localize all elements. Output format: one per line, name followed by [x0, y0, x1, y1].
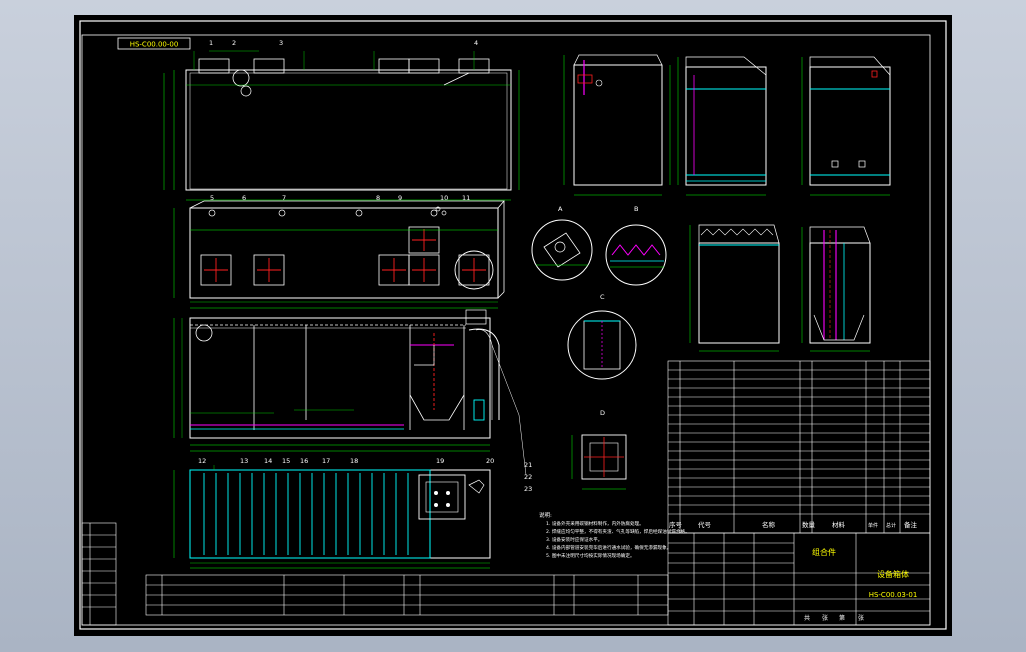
top-elevation-view — [163, 50, 520, 201]
cad-drawing: HS-C00.00-00 1 2 3 4 5 6 7 8 9 10 11 12 … — [79, 20, 947, 630]
plan-view — [173, 200, 505, 309]
balloon-6: 6 — [242, 194, 246, 202]
drawing-sheet: HS-C00.00-00 1 2 3 4 5 6 7 8 9 10 11 12 … — [74, 15, 952, 636]
balloon-11: 11 — [462, 194, 470, 202]
side-view-1 — [563, 54, 671, 196]
bom-header-remark: 备注 — [904, 520, 918, 529]
balloon-10: 10 — [440, 194, 448, 202]
balloon-17: 17 — [322, 457, 330, 465]
detail-b — [605, 224, 667, 286]
title-footer: 共 张 第 张 — [804, 614, 864, 622]
bom-header-code: 代号 — [698, 520, 712, 529]
technical-notes: 说明: 1. 设备外壳采用碳钢材料制作，内外防腐处理。 2. 焊缝应均匀平整，不… — [539, 511, 690, 559]
outer-border — [79, 20, 947, 630]
note-3: 3. 设备安装时应保证水平。 — [546, 536, 602, 543]
side-view-2 — [677, 56, 767, 196]
balloon-15: 15 — [282, 457, 290, 465]
balloon-9: 9 — [398, 194, 402, 202]
balloon-22: 22 — [524, 473, 532, 481]
side-view-4 — [689, 224, 780, 352]
section-label-b: B — [634, 205, 638, 213]
notes-title: 说明: — [539, 511, 552, 519]
balloon-19: 19 — [436, 457, 444, 465]
bom-header-material: 材料 — [832, 520, 846, 529]
section-label-c: C — [600, 293, 605, 301]
balloon-14: 14 — [264, 457, 272, 465]
side-view-5 — [801, 226, 871, 352]
bom-header-name: 名称 — [762, 520, 776, 529]
bottom-detail-view — [173, 465, 491, 569]
drawing-stamp: HS-C00.00-00 — [130, 41, 179, 49]
balloon-12: 12 — [198, 457, 206, 465]
balloon-23: 23 — [524, 485, 532, 493]
note-4: 4. 设备内部管道安装完毕后进行通水试验，确保无渗漏现象。 — [546, 544, 671, 551]
drawing-number: HS-C00.03-01 — [869, 591, 918, 599]
bom-header-unit: 单件 — [868, 522, 878, 529]
bom-header-index: 序号 — [669, 520, 683, 529]
drawing-name: 设备箱体 — [877, 569, 909, 579]
balloon-8: 8 — [376, 194, 380, 202]
inner-border — [81, 34, 931, 626]
side-view-3 — [801, 56, 891, 196]
footer-total-sheets: 共 — [804, 614, 810, 622]
bom-header: 序号 代号 名称 数量 材料 单件 总计 备注 — [669, 520, 918, 529]
footer-sheet-number: 第 — [839, 614, 845, 622]
section-label-d: D — [600, 409, 605, 417]
left-sidebar-table — [81, 522, 117, 626]
balloon-13: 13 — [240, 457, 248, 465]
detail-a — [531, 219, 593, 281]
balloon-18: 18 — [350, 457, 358, 465]
section-view — [173, 309, 527, 476]
bom-header-total: 总计 — [886, 522, 896, 529]
balloon-1: 1 — [209, 39, 213, 47]
title-block — [667, 532, 931, 626]
footer-sheet-unit-2: 张 — [858, 614, 864, 622]
balloon-20: 20 — [486, 457, 494, 465]
balloon-4: 4 — [474, 39, 478, 47]
balloon-3: 3 — [279, 39, 283, 47]
balloon-16: 16 — [300, 457, 308, 465]
balloon-7: 7 — [282, 194, 286, 202]
section-label-a: A — [558, 205, 563, 213]
note-5: 5. 图中未注明尺寸均按实际情况现场确定。 — [546, 552, 635, 559]
assembly-label: 组合件 — [812, 547, 836, 557]
note-1: 1. 设备外壳采用碳钢材料制作，内外防腐处理。 — [546, 520, 644, 527]
detail-c — [567, 310, 637, 380]
balloon-5: 5 — [210, 194, 214, 202]
footer-sheet-unit-1: 张 — [822, 614, 828, 622]
revision-table — [145, 574, 669, 616]
balloon-2: 2 — [232, 39, 236, 47]
balloon-21: 21 — [524, 461, 532, 469]
bill-of-materials — [667, 360, 931, 534]
detail-d — [571, 434, 627, 490]
bom-header-qty: 数量 — [802, 520, 816, 529]
